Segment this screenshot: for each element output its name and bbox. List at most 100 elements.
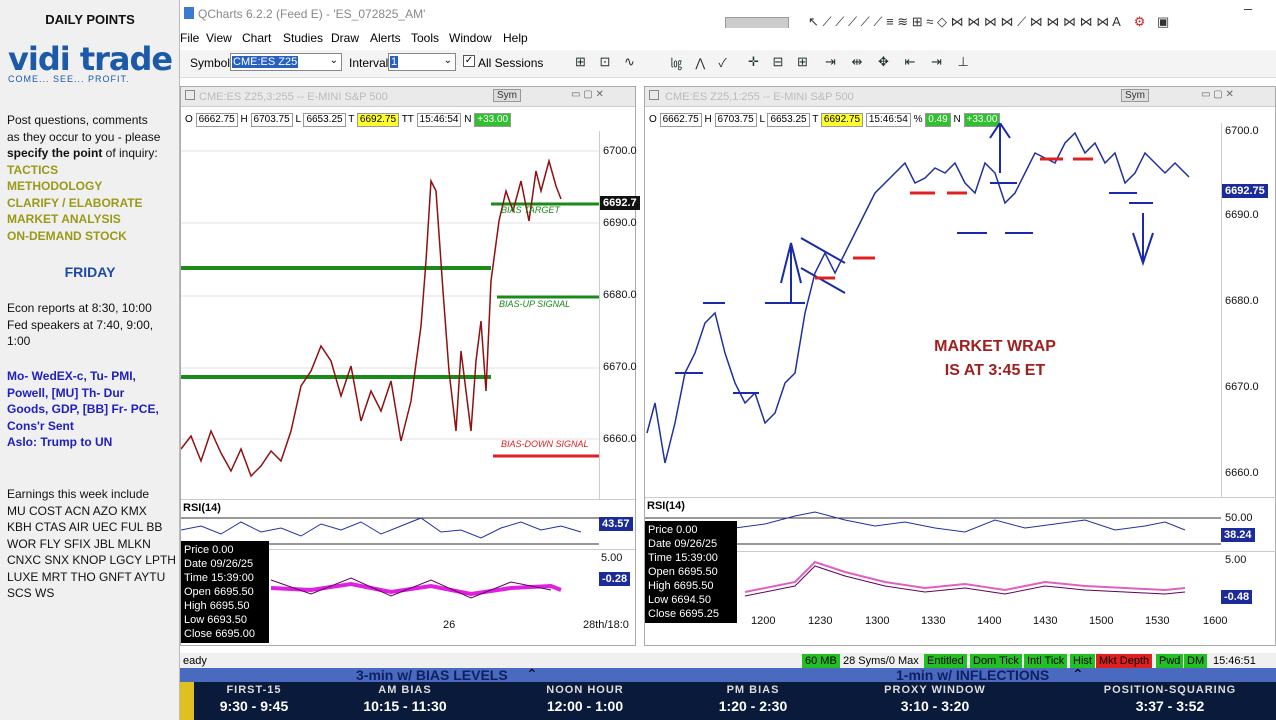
- line-tool-icon[interactable]: ⟋ ⟋ ⟋ ⟋ ⟋ ≡ ≋ ⊞ ≈ ◇ ⋈ ⋈ ⋈ ⋈ ⟋ ⋈ ⋈ ⋈ ⋈ ⋈ …: [823, 14, 1121, 29]
- time-value: 15:46:54: [416, 113, 462, 127]
- rsi-value-tag: 43.57: [599, 517, 633, 531]
- banner-left-title: 3-min w/ BIAS LEVELS: [356, 667, 508, 683]
- menu-help[interactable]: Help: [503, 31, 528, 45]
- menu-studies[interactable]: Studies: [283, 31, 323, 45]
- menu-tools[interactable]: Tools: [411, 31, 439, 45]
- market-wrap-line-2: IS AT 3:45 ET: [945, 362, 1046, 379]
- low-value: 6653.25: [303, 113, 346, 127]
- title-bar: QCharts 6.2.2 (Feed E) - 'ES_072825_AM' …: [180, 0, 1276, 34]
- banner-right-title: 1-min w/ INFLECTIONS: [896, 667, 1050, 683]
- earnings-line-4: CNXC SNX KNOP LGCY LPTH: [7, 553, 176, 567]
- intro-line-3: specify the point of inquiry:: [7, 146, 158, 160]
- rsi-axis-50: 50.00: [1225, 512, 1253, 524]
- status-ready: eady: [183, 655, 207, 667]
- x-tick: 1230: [808, 615, 833, 627]
- chevron-down-icon[interactable]: ⌄: [330, 55, 338, 66]
- status-dm[interactable]: DM: [1184, 654, 1208, 668]
- earnings-line-3: WOR FLY SFIX JBL MLKN: [7, 536, 151, 551]
- earnings-line-1: MU COST ACN AZO KMX: [7, 503, 147, 518]
- last-price-tag: 6692.75: [1222, 184, 1268, 198]
- banner-accent: [180, 682, 194, 720]
- double-up-icon: ⌃: [526, 666, 538, 682]
- macd-panel[interactable]: 5.00 -0.48: [645, 551, 1276, 611]
- x-tick-28: 28th/18:0: [583, 619, 629, 631]
- status-pwd[interactable]: Pwd: [1156, 654, 1184, 668]
- week-line-4: Cons'r Sent: [7, 418, 74, 433]
- price-plot-3min[interactable]: BIAS TARGET BIAS-UP SIGNAL BIAS-DOWN SIG…: [181, 131, 599, 499]
- segment-position-squaring: POSITION-SQUARING 3:37 - 3:52: [1103, 684, 1237, 714]
- ohlc-row: O 6662.75 H 6703.75 L 6653.25 T 6692.75 …: [185, 113, 512, 129]
- settings-tool-icon[interactable]: ⚙: [1134, 14, 1146, 29]
- topic-tactics: TACTICS: [7, 162, 59, 177]
- sym-button[interactable]: Sym: [493, 89, 521, 102]
- segment-am-bias: AM BIAS 10:15 - 11:30: [363, 684, 447, 714]
- chart-type-icons[interactable]: ⊞ ⊡ ∿: [575, 54, 640, 70]
- window-buttons[interactable]: ▭ ▢ ✕: [1201, 89, 1234, 100]
- earnings-line-6: SCS WS: [7, 586, 55, 600]
- status-entitled[interactable]: Entitled: [924, 654, 967, 668]
- axis-label: 6690.0: [1225, 209, 1259, 221]
- all-sessions-label: All Sessions: [478, 56, 544, 70]
- chart-title: CME:ES Z25,3:255 -- E-MINI S&P 500: [199, 91, 388, 103]
- scale-icons[interactable]: ㏒ ⋀ ✓: [670, 54, 732, 71]
- cursor-icon[interactable]: ↖: [808, 14, 819, 29]
- status-dom-tick[interactable]: Dom Tick: [970, 654, 1022, 668]
- price-axis: 6700.0 6690.0 6680.0 6670.0 6660.0 6692.…: [1221, 123, 1276, 497]
- axis-label: 6700.0: [1225, 125, 1259, 137]
- data-window-right: Price 0.00 Date 09/26/25 Time 15:39:00 O…: [645, 521, 737, 623]
- axis-label: 6700.0: [603, 145, 637, 157]
- menu-draw[interactable]: Draw: [331, 31, 359, 45]
- price-plot-1min[interactable]: MARKET WRAP IS AT 3:45 ET: [645, 123, 1221, 497]
- topic-market-analysis: MARKET ANALYSIS: [7, 212, 121, 226]
- interval-input[interactable]: 1: [390, 56, 399, 68]
- day-heading: FRIDAY: [64, 264, 116, 280]
- econ-line-2: Fed speakers at 7:40, 9:00,: [7, 317, 154, 332]
- interval-label: Interval: [349, 56, 389, 70]
- chevron-down-icon[interactable]: ⌄: [444, 55, 452, 66]
- intro-line-2: as they occur to you - please: [7, 129, 161, 144]
- double-up-icon: ⌃: [1072, 666, 1084, 682]
- zoom-icons[interactable]: ⇥ ⇹ ✥ ⇤ ⇥ ⊥: [825, 54, 975, 70]
- menu-chart[interactable]: Chart: [242, 31, 271, 45]
- data-window-left: Price 0.00 Date 09/26/25 Time 15:39:00 O…: [181, 541, 269, 643]
- menu-view[interactable]: View: [206, 31, 232, 45]
- axis-label: 6680.0: [1225, 295, 1259, 307]
- macd-value-tag: -0.28: [599, 572, 631, 586]
- earnings-title: Earnings this week include: [7, 487, 150, 501]
- high-value: 6703.75: [250, 113, 293, 127]
- status-intl-tick[interactable]: Intl Tick: [1024, 654, 1068, 668]
- rsi-value-tag: 38.24: [1221, 528, 1255, 542]
- menu-file[interactable]: File: [180, 31, 199, 45]
- interval-combo[interactable]: 1 ⌄: [388, 53, 456, 71]
- chart-window-1min[interactable]: CME:ES Z25,1:255 -- E-MINI S&P 500 Sym ▭…: [644, 86, 1276, 646]
- menu-alerts[interactable]: Alerts: [370, 31, 401, 45]
- rsi-panel[interactable]: RSI(14) 38.24 50.00: [645, 497, 1276, 551]
- open-value: 6662.75: [195, 113, 238, 127]
- minimize-icon[interactable]: ─: [1244, 4, 1252, 16]
- status-memory: 60 MB: [802, 654, 840, 668]
- symbol-input[interactable]: CME:ES Z25: [232, 56, 299, 68]
- crosshair-icons[interactable]: ✛ ⊟ ⊞: [748, 54, 813, 70]
- status-mkt-depth[interactable]: Mkt Depth: [1096, 654, 1153, 668]
- chart-header: CME:ES Z25,3:255 -- E-MINI S&P 500 Sym ▭…: [181, 87, 635, 107]
- x-tick: 1200: [751, 615, 776, 627]
- main-toolbar: Symbol CME:ES Z25 ⌄ Interval 1 ⌄ ✓ All S…: [180, 50, 1276, 78]
- econ-line-1: Econ reports at 8:30, 10:00: [7, 301, 152, 315]
- earnings-line-2: KBH CTAS AIR UEC FUL BB: [7, 520, 163, 534]
- x-tick: 1300: [865, 615, 890, 627]
- week-schedule: Mo- WedEX-c, Tu- PMI, Powell, [MU] Th- D…: [7, 368, 177, 451]
- menu-window[interactable]: Window: [449, 31, 492, 45]
- save-tool-icon[interactable]: ▣: [1157, 14, 1169, 29]
- bias-target-label: BIAS TARGET: [501, 205, 561, 215]
- symbol-combo[interactable]: CME:ES Z25 ⌄: [230, 53, 342, 71]
- chart-window-3min[interactable]: CME:ES Z25,3:255 -- E-MINI S&P 500 Sym ▭…: [180, 86, 640, 646]
- last-price-tag: 6692.7: [600, 196, 640, 210]
- sym-button[interactable]: Sym: [1121, 89, 1149, 102]
- econ-text: Econ reports at 8:30, 10:00 Fed speakers…: [7, 300, 177, 350]
- all-sessions-checkbox[interactable]: ✓: [463, 55, 475, 67]
- window-buttons[interactable]: ▭ ▢ ✕: [571, 89, 604, 100]
- chart-title: CME:ES Z25,1:255 -- E-MINI S&P 500: [665, 91, 854, 103]
- week-line-2: Powell, [MU] Th- Dur: [7, 385, 125, 400]
- intro-text: Post questions, comments as they occur t…: [7, 112, 177, 244]
- axis-label: 6660.0: [1225, 467, 1259, 479]
